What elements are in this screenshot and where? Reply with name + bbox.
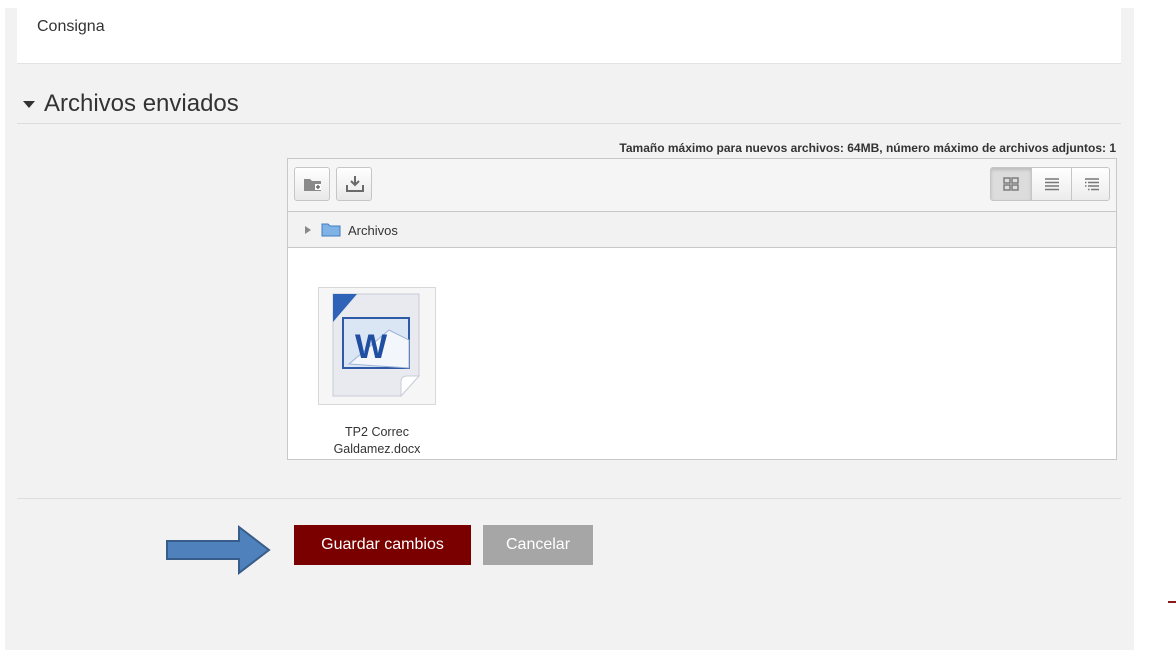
add-folder-icon	[304, 179, 321, 191]
file-name[interactable]: TP2 Correc Galdamez.docx	[308, 424, 446, 458]
list-view-icon	[1045, 178, 1059, 191]
download-icon	[346, 176, 364, 192]
svg-text:W: W	[355, 328, 388, 366]
cancel-button[interactable]: Cancelar	[483, 525, 593, 565]
file-manager-toolbar	[288, 159, 1116, 212]
download-all-button[interactable]	[336, 167, 372, 201]
word-document-icon: W	[332, 293, 421, 398]
edge-marker	[1168, 601, 1176, 603]
section-header[interactable]: Archivos enviados	[17, 88, 1121, 124]
view-switcher	[990, 167, 1110, 201]
tree-view-button[interactable]	[1071, 168, 1109, 200]
consigna-box: Consigna	[17, 8, 1121, 64]
form-divider	[17, 498, 1121, 499]
file-limits-text: Tamaño máximo para nuevos archivos: 64MB…	[619, 141, 1116, 155]
breadcrumb: Archivos	[288, 212, 1116, 248]
expand-arrow-icon[interactable]	[305, 226, 311, 234]
file-thumbnail[interactable]: W	[318, 287, 436, 405]
annotation-arrow-icon	[166, 524, 271, 576]
main-panel: Consigna Archivos enviados Tamaño máximo…	[5, 8, 1134, 650]
folder-icon	[321, 223, 341, 237]
icons-view-icon	[1003, 177, 1019, 191]
tree-view-icon	[1085, 178, 1099, 191]
section-title[interactable]: Archivos enviados	[44, 90, 239, 118]
save-changes-button[interactable]: Guardar cambios	[294, 525, 471, 565]
file-manager: Archivos W TP2 Correc Galdamez.docx	[287, 158, 1117, 460]
breadcrumb-folder-label[interactable]: Archivos	[348, 223, 398, 238]
add-folder-button[interactable]	[294, 167, 330, 201]
list-view-button[interactable]	[1031, 168, 1071, 200]
caret-down-icon[interactable]	[23, 101, 35, 108]
consigna-label: Consigna	[37, 18, 105, 35]
icons-view-button[interactable]	[991, 168, 1031, 200]
